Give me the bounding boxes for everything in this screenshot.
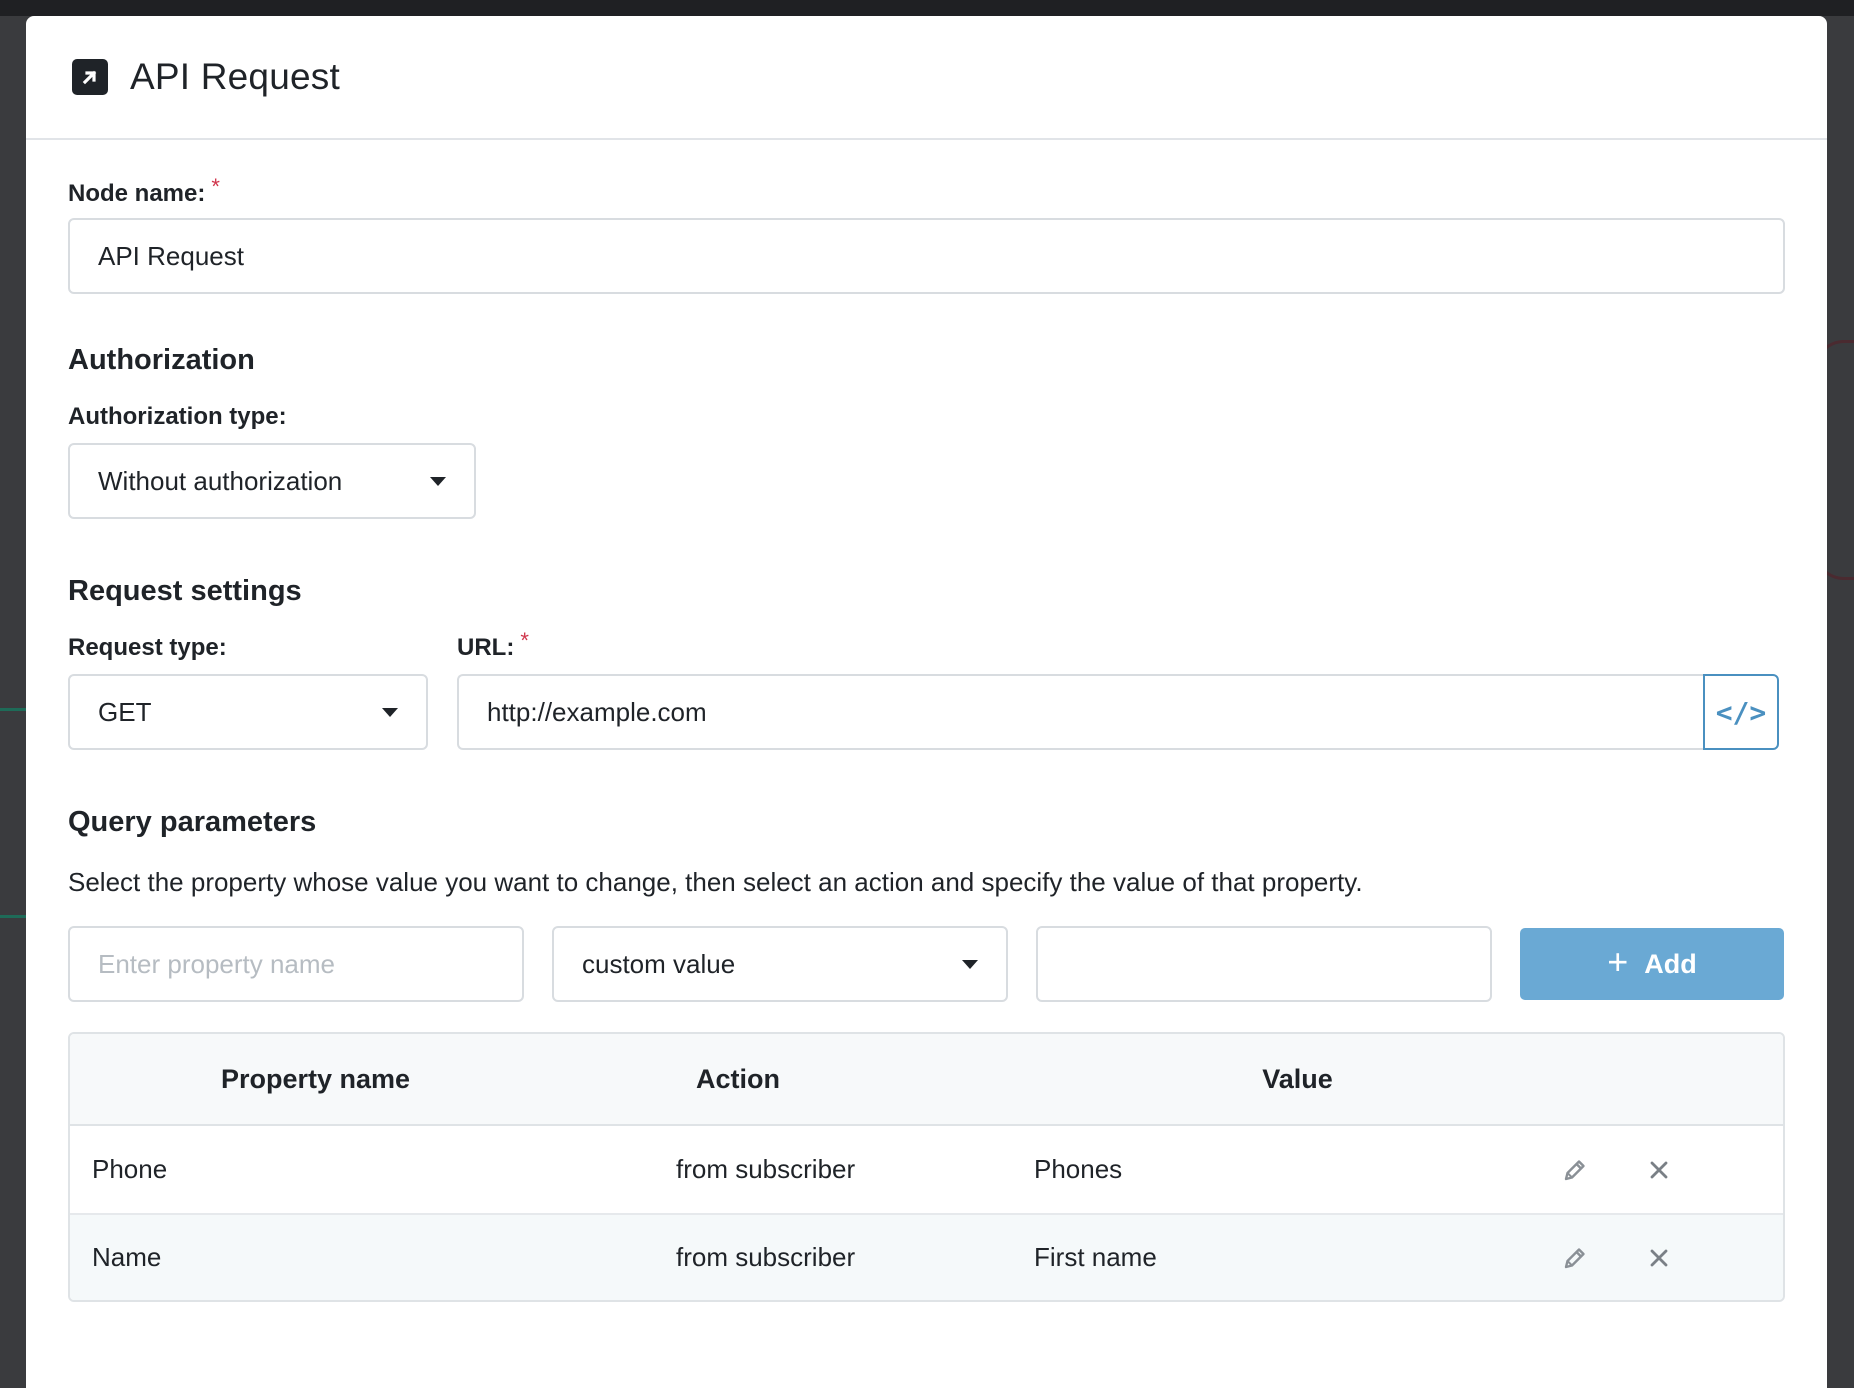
query-parameters-description: Select the property whose value you want… xyxy=(68,867,1363,897)
row-property-name: Phone xyxy=(92,1154,168,1184)
node-name-label: Node name: xyxy=(68,180,206,207)
backdrop-top-bar xyxy=(0,0,1854,16)
action-select-value: custom value xyxy=(582,948,736,979)
code-icon: </> xyxy=(1715,695,1767,729)
row-value: Phones xyxy=(1034,1154,1123,1184)
pencil-icon[interactable] xyxy=(1558,1241,1592,1275)
node-name-input[interactable] xyxy=(68,218,1785,294)
row-property-name: Name xyxy=(92,1242,162,1272)
authorization-section-title: Authorization xyxy=(68,344,255,376)
authorization-type-label: Authorization type: xyxy=(68,403,287,430)
dialog-header: API Request xyxy=(26,16,1827,140)
request-type-value: GET xyxy=(98,696,152,727)
plus-icon: + xyxy=(1607,941,1629,982)
request-type-select[interactable]: GET xyxy=(68,674,428,750)
backdrop-node-shape-left xyxy=(0,708,26,918)
node-name-required-mark: * xyxy=(211,174,220,199)
column-header-action: Action xyxy=(696,1063,780,1094)
row-action: from subscriber xyxy=(676,1154,856,1184)
column-header-property-name: Property name xyxy=(220,1063,411,1094)
authorization-type-value: Without authorization xyxy=(98,465,343,496)
chevron-down-icon xyxy=(962,959,978,969)
query-parameters-table: Property name Action Value Phone from su… xyxy=(68,1032,1785,1302)
url-input[interactable] xyxy=(457,674,1703,750)
dialog-body: Node name:* Authorization Authorization … xyxy=(26,140,1827,1302)
table-header: Property name Action Value xyxy=(70,1034,1783,1126)
close-icon[interactable] xyxy=(1642,1153,1676,1187)
property-name-input[interactable] xyxy=(68,926,524,1002)
url-required-mark: * xyxy=(520,628,529,653)
column-header-value: Value xyxy=(1262,1063,1333,1094)
close-icon[interactable] xyxy=(1642,1241,1676,1275)
url-label: URL: xyxy=(457,634,515,661)
request-settings-section-title: Request settings xyxy=(68,575,302,607)
chevron-down-icon xyxy=(382,707,398,717)
action-select[interactable]: custom value xyxy=(552,926,1008,1002)
row-action: from subscriber xyxy=(676,1242,856,1272)
chevron-down-icon xyxy=(430,476,446,486)
external-link-square-icon xyxy=(72,59,108,95)
authorization-type-select[interactable]: Without authorization xyxy=(68,443,476,519)
row-actions xyxy=(1558,1153,1783,1187)
api-request-dialog: API Request Node name:* Authorization Au… xyxy=(26,16,1827,1388)
row-value: First name xyxy=(1034,1242,1157,1272)
value-input[interactable] xyxy=(1036,926,1492,1002)
table-row: Name from subscriber First name xyxy=(70,1213,1783,1300)
dialog-title: API Request xyxy=(130,56,340,97)
pencil-icon[interactable] xyxy=(1558,1153,1592,1187)
add-button-label: Add xyxy=(1644,948,1697,979)
table-row: Phone from subscriber Phones xyxy=(70,1126,1783,1213)
insert-variable-button[interactable]: </> xyxy=(1703,674,1779,750)
request-type-label: Request type: xyxy=(68,634,227,661)
query-parameters-section-title: Query parameters xyxy=(68,806,317,838)
add-parameter-button[interactable]: + Add xyxy=(1520,928,1784,1000)
row-actions xyxy=(1558,1241,1783,1275)
